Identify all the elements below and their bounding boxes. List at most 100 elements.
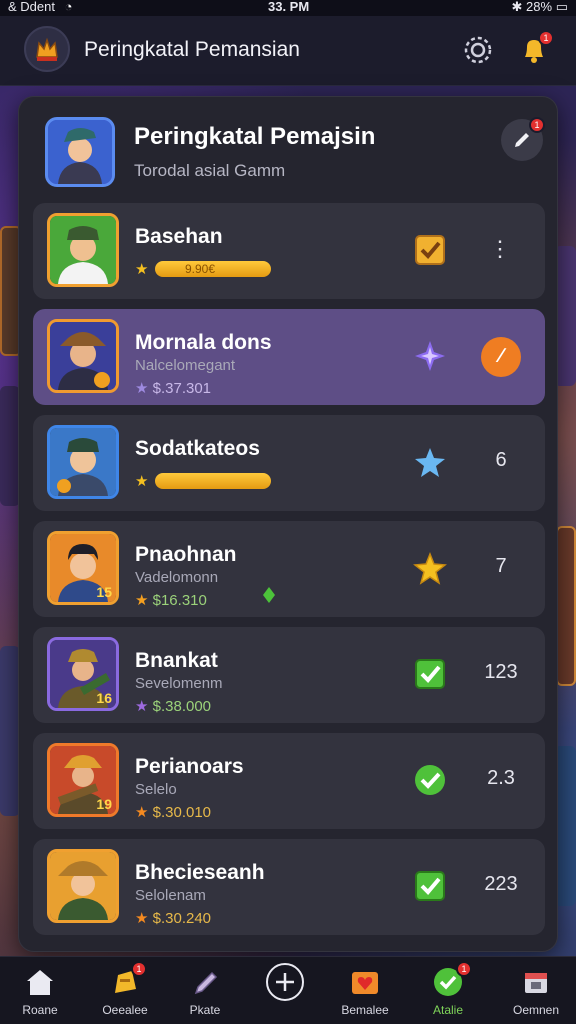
avatar-number: 16 bbox=[96, 690, 112, 706]
stat-value: $.38.000 bbox=[152, 698, 212, 715]
more-options-icon[interactable]: ⋮ bbox=[483, 233, 517, 267]
player-subtitle: Nalcelomegant bbox=[135, 357, 236, 374]
stat-value: $16.310 bbox=[152, 592, 207, 609]
nav-pencil[interactable]: Pkate bbox=[165, 965, 245, 1017]
leaderboard-row[interactable]: 16 Bnankat Sevelomenm ★ $.38.000 123 bbox=[33, 627, 545, 723]
notification-bell-icon[interactable]: 1 bbox=[516, 30, 554, 68]
avatar-number: 19 bbox=[96, 796, 112, 812]
settings-gear-icon[interactable] bbox=[460, 32, 496, 68]
gem-icon bbox=[261, 585, 277, 605]
notification-badge: 1 bbox=[538, 30, 554, 46]
player-name: Perianoars bbox=[135, 755, 244, 778]
player-stat: ★ $16.310 bbox=[135, 591, 207, 609]
background-decoration bbox=[0, 646, 20, 816]
leaderboard-row[interactable]: 19 Perianoars Selelo ★ $.30.010 2.3 bbox=[33, 733, 545, 829]
rank-value: 223 bbox=[484, 873, 518, 895]
leaderboard-row[interactable]: Sodatkateos ★ 6 bbox=[33, 415, 545, 511]
rank-value: 7 bbox=[495, 555, 507, 577]
background-decoration bbox=[0, 386, 20, 506]
panel-subtitle: Torodal asial Gamm bbox=[134, 161, 286, 180]
player-subtitle: Selelo bbox=[135, 781, 177, 798]
stat-value: $.37.301 bbox=[152, 380, 212, 397]
player-avatar: 15 bbox=[47, 531, 119, 605]
calendar-icon bbox=[496, 965, 576, 999]
wifi-icon: ◔ bbox=[64, 0, 73, 14]
player-name: Bnankat bbox=[135, 649, 218, 672]
player-avatar: 19 bbox=[47, 743, 119, 817]
bluetooth-icon: ✱ bbox=[511, 0, 523, 14]
blue-star-icon bbox=[413, 445, 447, 479]
star-icon: ★ bbox=[135, 473, 149, 490]
app-title: Peringkatal Pemansian bbox=[84, 38, 300, 61]
check-badge-icon: 1 bbox=[408, 961, 488, 999]
plus-circle-icon bbox=[245, 963, 325, 1001]
battery-indicator: ✱ 28% ▭ bbox=[512, 0, 568, 14]
nav-label: Roane bbox=[22, 1003, 58, 1017]
leaderboard-row[interactable]: Mornala dons Nalcelomegant ★ $.37.301 ∕ bbox=[33, 309, 545, 405]
star-icon: ★ bbox=[135, 592, 153, 609]
edit-badge: 1 bbox=[529, 117, 545, 133]
progress-fill: 9.90€ bbox=[155, 261, 271, 277]
clock: 33. PM bbox=[268, 0, 310, 14]
trophy-icon: 1 bbox=[85, 961, 165, 999]
bottom-navigation: Roane 1 Oeealee Pkate Bemalee 1 Atalie O… bbox=[0, 956, 576, 1024]
star-icon: ★ bbox=[135, 804, 153, 821]
stat-value: $.30.240 bbox=[152, 910, 212, 927]
nav-label: Atalie bbox=[432, 1003, 464, 1017]
rank-value: 2.3 bbox=[487, 767, 515, 789]
nav-badge: 1 bbox=[456, 961, 472, 977]
carrier-label: & Ddent ◔ bbox=[8, 0, 72, 14]
green-check-icon bbox=[413, 869, 447, 903]
player-stat: ★ $.38.000 bbox=[135, 697, 211, 715]
panel-title: Peringkatal Pemajsin bbox=[134, 123, 376, 150]
heart-box-icon bbox=[325, 965, 405, 999]
leaderboard-row[interactable]: Basehan ★ 9.90€ ⋮ bbox=[33, 203, 545, 299]
background-decoration bbox=[556, 526, 576, 686]
star-icon: ★ bbox=[135, 698, 153, 715]
app-logo-icon[interactable] bbox=[24, 26, 70, 72]
rank-value: 6 bbox=[495, 449, 507, 471]
battery-icon: ▭ bbox=[555, 0, 568, 14]
green-check-circle-icon bbox=[413, 763, 447, 797]
leaderboard-panel: Peringkatal Pemajsin Torodal asial Gamm … bbox=[18, 96, 558, 952]
green-check-icon bbox=[413, 657, 447, 691]
app-header: Peringkatal Pemansian 1 bbox=[0, 16, 576, 86]
nav-label: Oemnen bbox=[512, 1003, 560, 1017]
player-subtitle: Selolenam bbox=[135, 887, 206, 904]
player-avatar bbox=[45, 117, 115, 187]
player-name: Sodatkateos bbox=[135, 437, 260, 460]
nav-trophy[interactable]: 1 Oeealee bbox=[85, 961, 165, 1017]
stat-value: $.30.010 bbox=[152, 804, 212, 821]
nav-add[interactable] bbox=[245, 963, 325, 1003]
player-name: Mornala dons bbox=[135, 331, 272, 354]
player-name: Basehan bbox=[135, 225, 223, 248]
home-icon bbox=[0, 965, 80, 999]
player-subtitle: Sevelomenm bbox=[135, 675, 223, 692]
star-icon: ★ bbox=[135, 910, 153, 927]
leaderboard-row[interactable]: 15 Pnaohnan Vadelomonn ★ $16.310 7 bbox=[33, 521, 545, 617]
player-stat: ★ $.30.010 bbox=[135, 803, 211, 821]
pencil-icon bbox=[515, 133, 529, 147]
nav-rewards[interactable]: Bemalee bbox=[325, 965, 405, 1017]
gold-star-icon bbox=[413, 551, 447, 585]
carrier-text: & Ddent bbox=[8, 0, 55, 14]
pencil-icon bbox=[165, 965, 245, 999]
star-icon: ★ bbox=[135, 261, 149, 278]
player-avatar bbox=[47, 425, 119, 499]
nav-label: Bemalee bbox=[341, 1003, 389, 1017]
player-avatar: 16 bbox=[47, 637, 119, 711]
player-avatar bbox=[47, 319, 119, 393]
progress-bar: ★ 9.90€ bbox=[135, 259, 271, 279]
nav-achievements[interactable]: 1 Atalie bbox=[408, 961, 488, 1017]
edit-button[interactable]: 1 bbox=[501, 117, 545, 161]
nav-home[interactable]: Roane bbox=[0, 965, 80, 1017]
player-subtitle: Vadelomonn bbox=[135, 569, 219, 586]
leaderboard-row[interactable]: Bhecieseanh Selolenam ★ $.30.240 223 bbox=[33, 839, 545, 935]
progress-bar: ★ bbox=[135, 471, 271, 491]
purple-star-icon bbox=[413, 339, 447, 373]
player-name: Bhecieseanh bbox=[135, 861, 265, 884]
checkbox-icon[interactable] bbox=[413, 233, 447, 267]
battery-percent: 28% bbox=[526, 0, 553, 14]
action-button[interactable]: ∕ bbox=[481, 337, 521, 377]
nav-calendar[interactable]: Oemnen bbox=[496, 965, 576, 1017]
